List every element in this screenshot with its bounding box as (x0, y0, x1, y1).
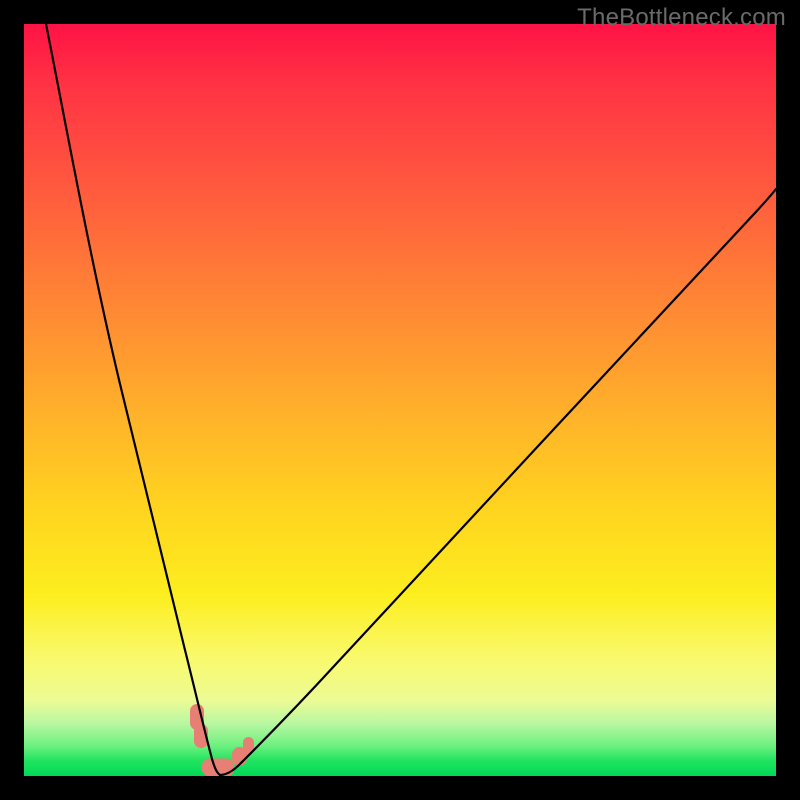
chart-frame: TheBottleneck.com (0, 0, 800, 800)
curve-left-branch (46, 24, 220, 775)
watermark-text: TheBottleneck.com (577, 4, 786, 32)
curve-svg (24, 24, 776, 776)
curve-right-branch (220, 189, 776, 775)
chart-plot-area (24, 24, 776, 776)
marker-group (190, 704, 254, 776)
